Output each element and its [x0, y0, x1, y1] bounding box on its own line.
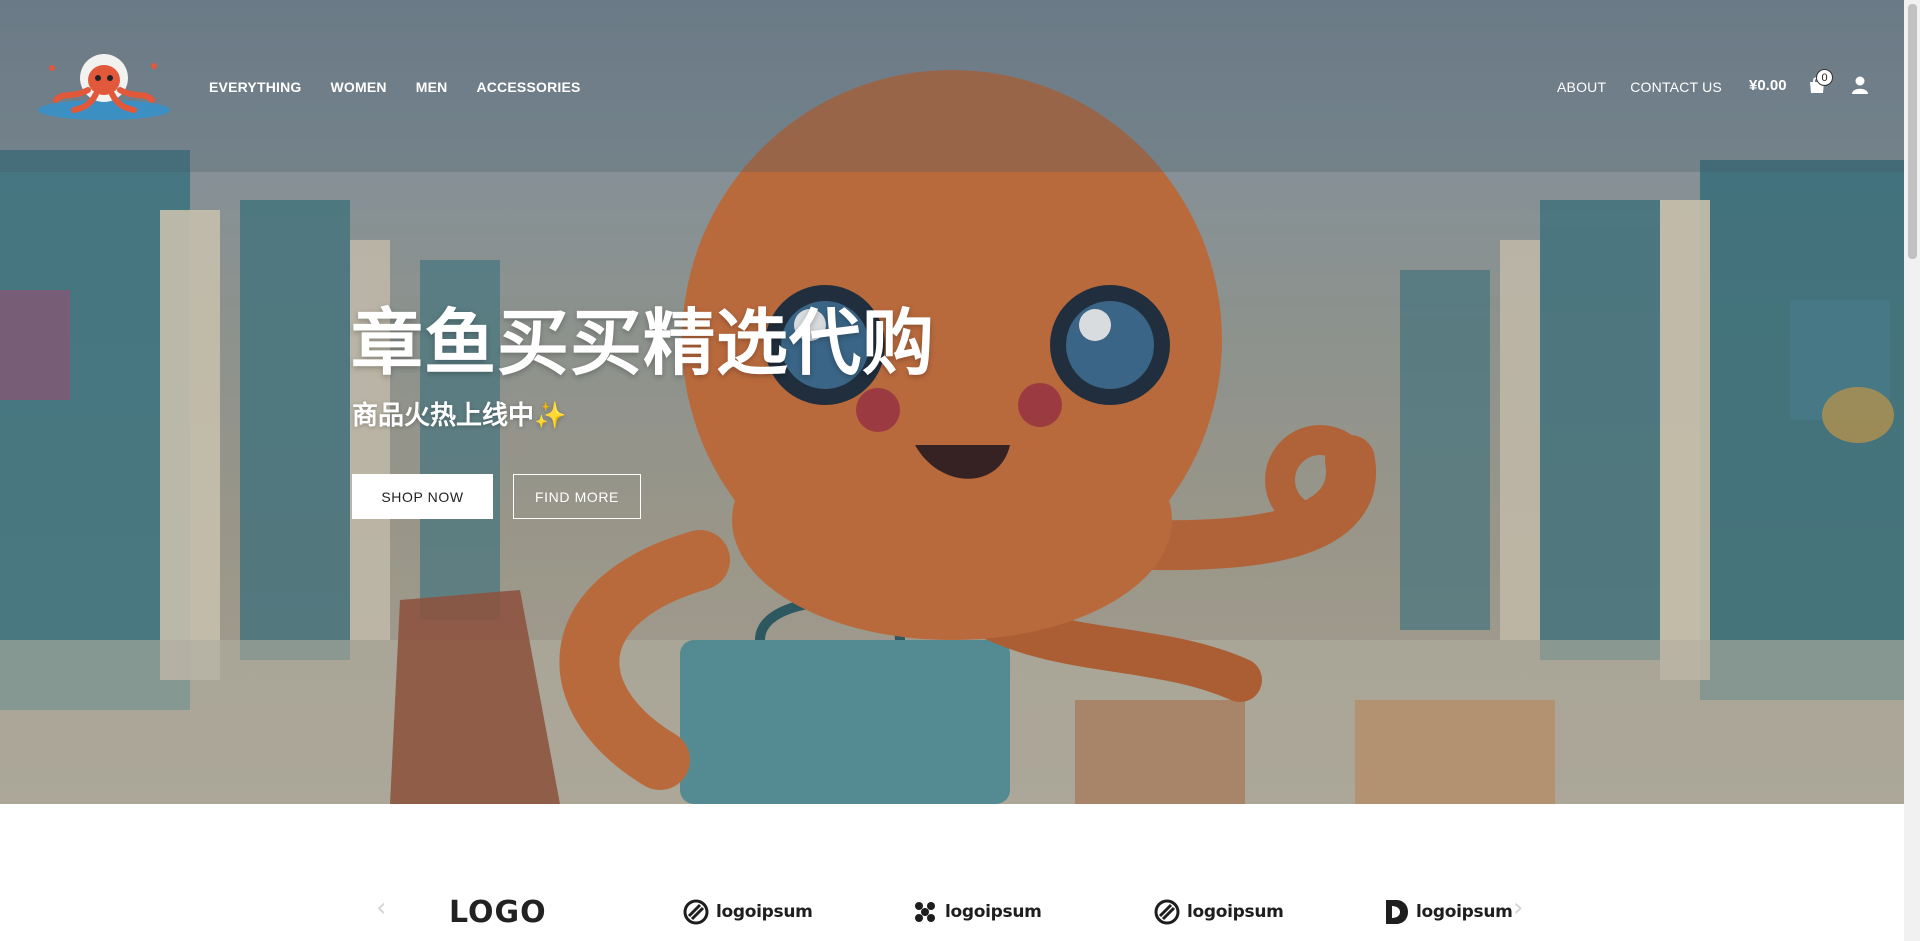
brand-logo-4[interactable]: logoipsum	[1153, 895, 1284, 929]
logoipsum-mark-icon	[683, 899, 709, 925]
nav-accessories[interactable]: ACCESSORIES	[476, 79, 580, 95]
shop-now-button[interactable]: SHOP NOW	[352, 474, 493, 519]
page-scrollbar[interactable]	[1904, 0, 1920, 941]
octopus-logo-icon	[38, 54, 170, 120]
user-icon[interactable]	[1850, 75, 1870, 95]
logoipsum-dots-icon	[915, 902, 935, 922]
site-header: EVERYTHING WOMEN MEN ACCESSORIES ABOUT C…	[0, 0, 1904, 172]
nav-contact-us[interactable]: CONTACT US	[1630, 79, 1722, 95]
nav-women[interactable]: WOMEN	[331, 79, 387, 95]
hero-subtitle: 商品火热上线中✨	[352, 401, 567, 431]
logoipsum-half-icon	[1386, 900, 1408, 924]
find-more-button[interactable]: FIND MORE	[513, 474, 641, 519]
brand-logo-1[interactable]: LOGO	[449, 894, 547, 930]
nav-about[interactable]: ABOUT	[1557, 79, 1606, 95]
brand-label: logoipsum	[1187, 902, 1284, 922]
chevron-right-icon[interactable]: ›	[1513, 893, 1523, 923]
brand-label: logoipsum	[716, 902, 813, 922]
brand-label: logoipsum	[1416, 902, 1513, 922]
octopus-logo[interactable]	[34, 50, 174, 122]
brand-label: logoipsum	[945, 902, 1042, 922]
hero-title: 章鱼买买精选代购	[351, 301, 936, 385]
logoipsum-mark-icon	[1154, 899, 1180, 925]
nav-everything[interactable]: EVERYTHING	[209, 79, 302, 95]
brand-logo-2[interactable]: logoipsum	[682, 895, 813, 929]
secondary-nav: ABOUT CONTACT US	[1557, 79, 1746, 95]
brand-logo-text: LOGO	[449, 894, 547, 930]
cart-count-badge: 0	[1816, 69, 1833, 86]
cart-total[interactable]: ¥0.00	[1749, 77, 1787, 94]
brand-logo-5[interactable]: logoipsum	[1384, 895, 1513, 929]
chevron-left-icon[interactable]: ‹	[376, 893, 386, 923]
brand-logo-3[interactable]: logoipsum	[911, 895, 1042, 929]
nav-men[interactable]: MEN	[416, 79, 448, 95]
scrollbar-thumb[interactable]	[1908, 4, 1917, 259]
main-nav: EVERYTHING WOMEN MEN ACCESSORIES	[209, 79, 610, 95]
